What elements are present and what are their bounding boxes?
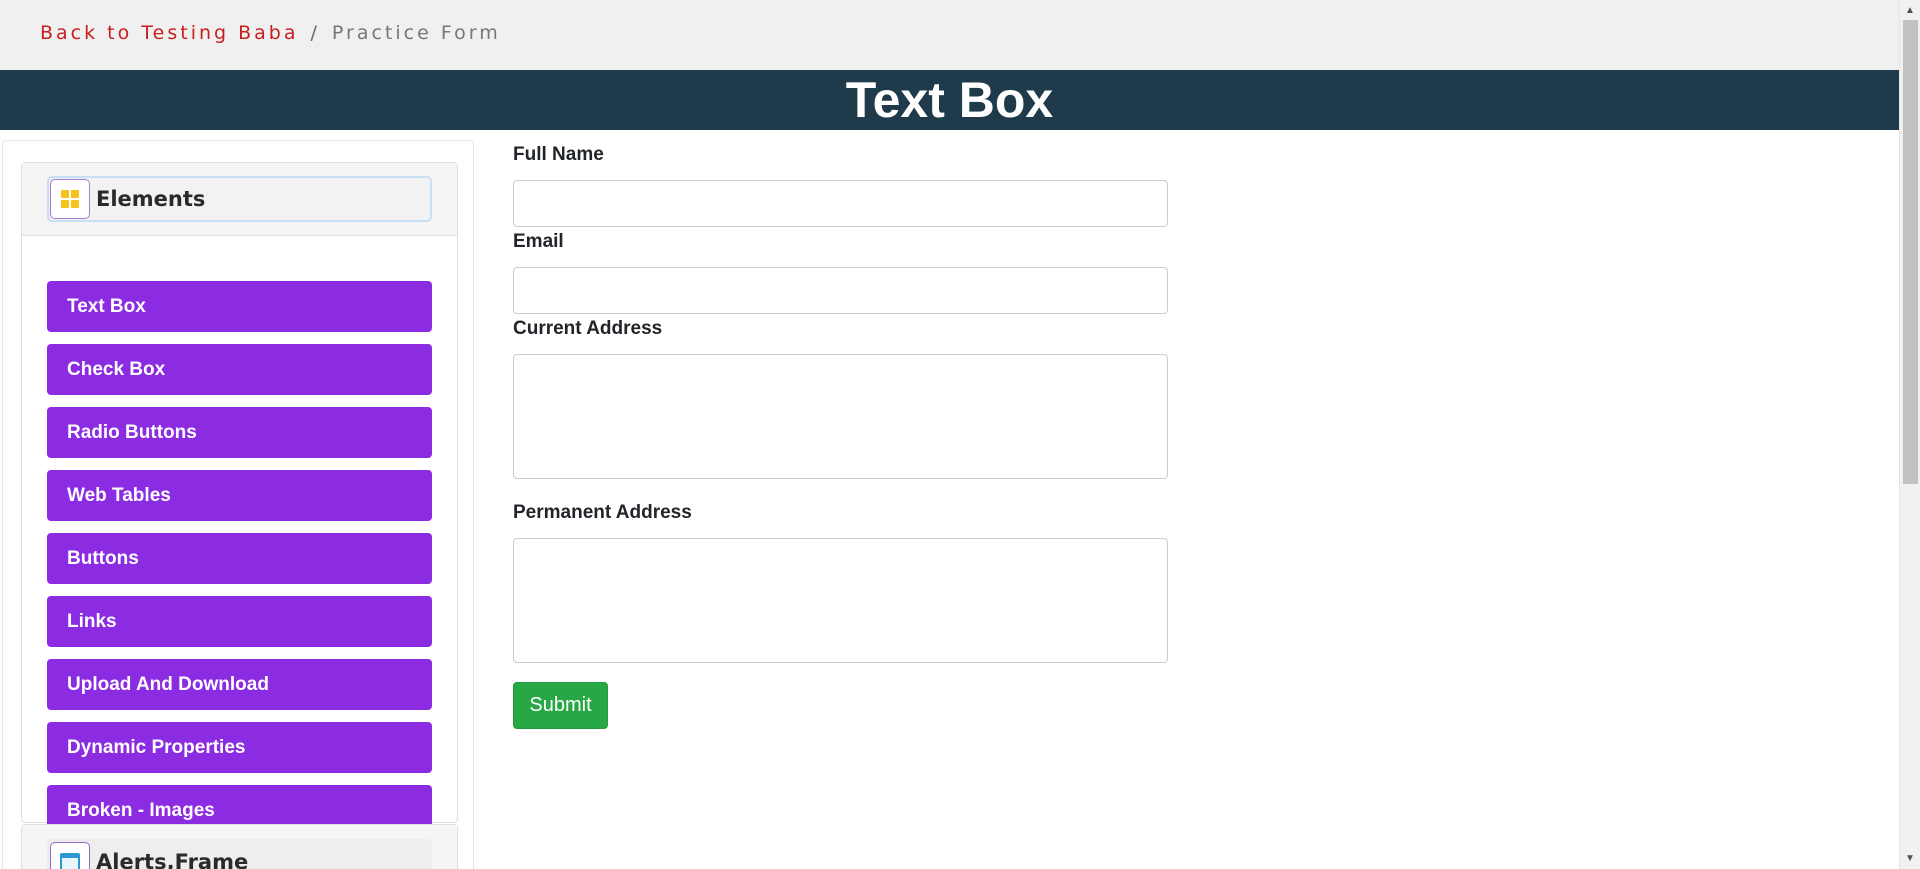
breadcrumb: Back to Testing Baba / Practice Form xyxy=(40,22,501,44)
group-title-elements: Elements xyxy=(96,187,206,211)
breadcrumb-separator: / xyxy=(310,22,320,44)
elements-group-toggle[interactable]: Elements xyxy=(47,176,432,222)
email-label: Email xyxy=(513,231,564,252)
sidebar-item-links[interactable]: Links xyxy=(47,596,432,647)
window-icon xyxy=(50,842,90,869)
current-address-textarea[interactable] xyxy=(513,354,1168,479)
sidebar-group-alerts-frame: Alerts,Frame xyxy=(21,824,458,869)
scroll-down-arrow-icon[interactable]: ▼ xyxy=(1900,850,1920,867)
elements-menu: Text Box Check Box Radio Buttons Web Tab… xyxy=(47,281,432,848)
back-to-testing-baba-link[interactable]: Back to Testing Baba xyxy=(40,22,299,44)
group-header-elements: Elements xyxy=(22,163,457,236)
page-banner: Text Box xyxy=(0,70,1899,130)
permanent-address-label: Permanent Address xyxy=(513,502,692,523)
sidebar-item-dynamic-properties[interactable]: Dynamic Properties xyxy=(47,722,432,773)
breadcrumb-current: Practice Form xyxy=(331,22,501,44)
sidebar-item-upload-and-download[interactable]: Upload And Download xyxy=(47,659,432,710)
group-title-alerts-frame: Alerts,Frame xyxy=(96,850,249,869)
permanent-address-textarea[interactable] xyxy=(513,538,1168,663)
sidebar: Elements Text Box Check Box Radio Button… xyxy=(2,140,474,869)
sidebar-group-elements: Elements Text Box Check Box Radio Button… xyxy=(21,162,458,836)
scroll-up-arrow-icon[interactable]: ▲ xyxy=(1900,2,1920,19)
sidebar-item-check-box[interactable]: Check Box xyxy=(47,344,432,395)
grid-icon xyxy=(50,179,90,219)
email-input[interactable] xyxy=(513,267,1168,314)
page-scrollbar[interactable]: ▲ ▼ xyxy=(1899,0,1920,869)
scrollbar-thumb[interactable] xyxy=(1903,20,1918,484)
sidebar-item-buttons[interactable]: Buttons xyxy=(47,533,432,584)
full-name-label: Full Name xyxy=(513,144,604,165)
alerts-frame-group-toggle[interactable]: Alerts,Frame xyxy=(47,839,432,869)
group-header-alerts-frame: Alerts,Frame xyxy=(22,825,457,869)
submit-button[interactable]: Submit xyxy=(513,682,608,729)
full-name-input[interactable] xyxy=(513,180,1168,227)
sidebar-item-radio-buttons[interactable]: Radio Buttons xyxy=(47,407,432,458)
current-address-label: Current Address xyxy=(513,318,663,339)
top-bar: Back to Testing Baba / Practice Form xyxy=(0,0,1899,70)
sidebar-item-text-box[interactable]: Text Box xyxy=(47,281,432,332)
sidebar-item-web-tables[interactable]: Web Tables xyxy=(47,470,432,521)
page-title: Text Box xyxy=(845,72,1054,128)
